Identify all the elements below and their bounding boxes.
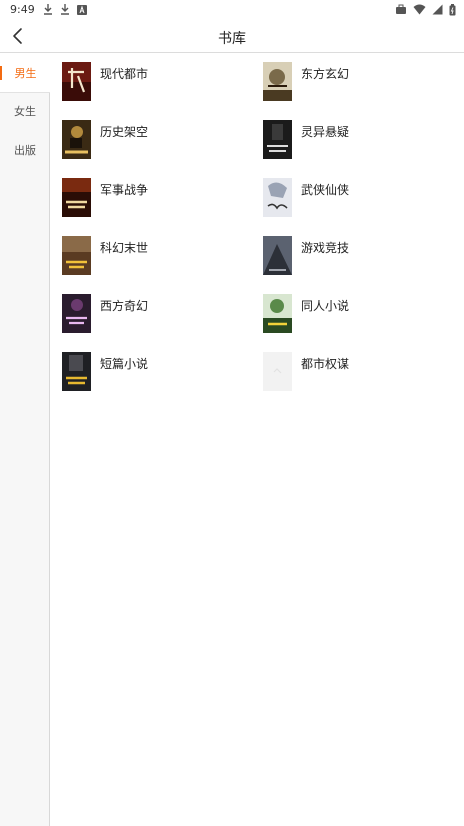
category-label: 军事战争	[100, 183, 149, 197]
category-item[interactable]: 同人小说	[263, 294, 443, 334]
category-item[interactable]: 灵异悬疑	[263, 120, 443, 160]
category-label: 现代都市	[100, 67, 149, 81]
book-cover-image	[263, 62, 292, 101]
top-app-bar: 书库	[0, 20, 464, 53]
category-item[interactable]: 现代都市	[62, 62, 242, 102]
download-icon	[61, 4, 69, 15]
category-item[interactable]: 游戏竞技	[263, 236, 443, 276]
sidebar-item-label: 女生	[14, 105, 36, 118]
category-item[interactable]: 东方玄幻	[263, 62, 443, 102]
book-cover-image	[62, 178, 91, 217]
app-icon	[77, 5, 87, 15]
status-time: 9:49	[10, 3, 35, 16]
category-label: 武侠仙侠	[301, 183, 350, 197]
category-label: 东方玄幻	[301, 67, 350, 81]
signal-icon	[432, 4, 443, 15]
briefcase-icon	[396, 4, 406, 14]
book-cover-image	[62, 62, 91, 101]
book-cover-placeholder	[263, 352, 292, 391]
category-label: 历史架空	[100, 125, 149, 139]
category-label: 灵异悬疑	[301, 125, 350, 139]
book-cover-image	[62, 352, 91, 391]
sidebar-item-label: 男生	[14, 67, 37, 80]
status-bar: 9:49	[0, 0, 464, 20]
book-cover-image	[263, 120, 292, 159]
category-item[interactable]: 科幻末世	[62, 236, 242, 276]
category-label: 短篇小说	[100, 357, 149, 371]
book-cover-image	[62, 120, 91, 159]
active-indicator	[0, 66, 2, 80]
book-cover-image	[263, 236, 292, 275]
category-item[interactable]: 西方奇幻	[62, 294, 242, 334]
category-label: 科幻末世	[100, 241, 149, 255]
category-item[interactable]: 军事战争	[62, 178, 242, 218]
category-label: 同人小说	[301, 299, 350, 313]
book-cover-image	[62, 294, 91, 333]
sidebar-item-male[interactable]: 男生	[0, 54, 51, 92]
book-cover-image	[62, 236, 91, 275]
download-icon	[44, 4, 52, 15]
category-label: 都市权谋	[301, 357, 350, 371]
battery-icon	[449, 3, 456, 15]
category-label: 西方奇幻	[100, 299, 149, 313]
category-label: 游戏竞技	[301, 241, 350, 255]
category-item[interactable]: 武侠仙侠	[263, 178, 443, 218]
page-title: 书库	[218, 31, 246, 47]
book-cover-image	[263, 178, 292, 217]
category-sidebar: 男生 女生 出版	[0, 54, 51, 826]
category-item[interactable]: 都市权谋	[263, 352, 443, 392]
wifi-icon	[413, 4, 426, 15]
sidebar-item-label: 出版	[14, 144, 36, 157]
book-cover-image	[263, 294, 292, 333]
category-item[interactable]: 历史架空	[62, 120, 242, 160]
sidebar-item-publishing[interactable]: 出版	[0, 131, 50, 169]
sidebar-item-female[interactable]: 女生	[0, 92, 50, 130]
category-item[interactable]: 短篇小说	[62, 352, 242, 392]
